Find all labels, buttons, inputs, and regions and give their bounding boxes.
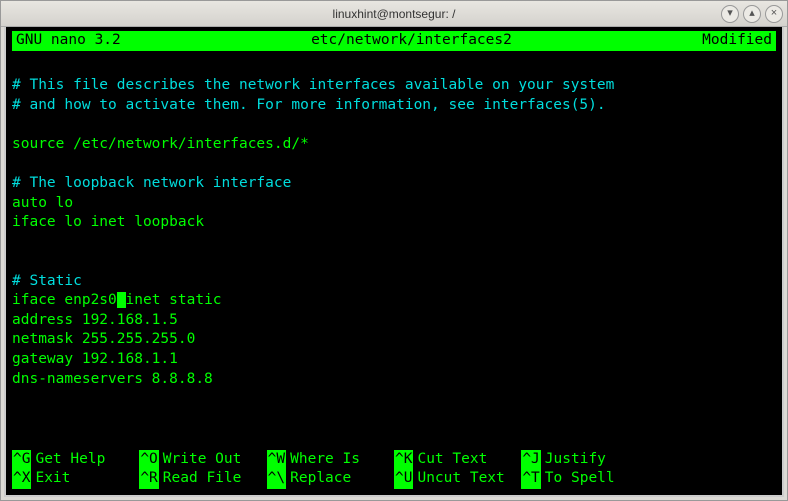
- shortcut-key: ^R: [139, 469, 158, 489]
- shortcut-key: ^\: [267, 469, 286, 489]
- nano-shortcut[interactable]: ^\Replace: [267, 469, 394, 489]
- nano-shortcut[interactable]: ^KCut Text: [394, 450, 521, 470]
- text-cursor: [117, 292, 126, 308]
- shortcut-label: Get Help: [35, 450, 105, 470]
- shortcut-key: ^U: [394, 469, 413, 489]
- shortcut-label: Write Out: [163, 450, 242, 470]
- terminal-window: linuxhint@montsegur: / ▾ ▴ × GNU nano 3.…: [0, 0, 788, 501]
- shortcut-key: ^G: [12, 450, 31, 470]
- nano-shortcut[interactable]: ^OWrite Out: [139, 450, 266, 470]
- shortcut-label: Uncut Text: [417, 469, 504, 489]
- editor-line: # Static: [12, 272, 776, 292]
- nano-shortcut[interactable]: ^RRead File: [139, 469, 266, 489]
- terminal-area[interactable]: GNU nano 3.2 etc/network/interfaces2 Mod…: [4, 27, 784, 497]
- shortcut-label: To Spell: [545, 469, 615, 489]
- shortcut-key: ^J: [521, 450, 540, 470]
- editor-line: [12, 115, 776, 135]
- shortcut-key: ^W: [267, 450, 286, 470]
- shortcut-key: ^T: [521, 469, 540, 489]
- shortcut-label: Justify: [545, 450, 606, 470]
- shortcut-key: ^O: [139, 450, 158, 470]
- editor-line: address 192.168.1.5: [12, 311, 776, 331]
- nano-shortcut[interactable]: ^WWhere Is: [267, 450, 394, 470]
- shortcut-label: Exit: [35, 469, 70, 489]
- editor-line: iface lo inet loopback: [12, 213, 776, 233]
- editor-line: auto lo: [12, 194, 776, 214]
- editor-content[interactable]: # This file describes the network interf…: [12, 51, 776, 450]
- nano-shortcut[interactable]: ^UUncut Text: [394, 469, 521, 489]
- minimize-button[interactable]: ▾: [721, 5, 739, 23]
- nano-shortcut[interactable]: ^JJustify: [521, 450, 648, 470]
- editor-line: gateway 192.168.1.1: [12, 350, 776, 370]
- editor-line: [12, 154, 776, 174]
- nano-status: Modified: [682, 31, 772, 51]
- editor-line: [12, 233, 776, 253]
- window-controls: ▾ ▴ ×: [721, 5, 783, 23]
- nano-shortcut[interactable]: ^XExit: [12, 469, 139, 489]
- editor-line: # and how to activate them. For more inf…: [12, 96, 776, 116]
- shortcut-label: Where Is: [290, 450, 360, 470]
- editor-line: [12, 252, 776, 272]
- nano-shortcuts: ^GGet Help^OWrite Out^WWhere Is^KCut Tex…: [12, 450, 776, 491]
- shortcut-label: Cut Text: [417, 450, 487, 470]
- maximize-button[interactable]: ▴: [743, 5, 761, 23]
- editor-line: source /etc/network/interfaces.d/*: [12, 135, 776, 155]
- shortcut-key: ^X: [12, 469, 31, 489]
- window-titlebar: linuxhint@montsegur: / ▾ ▴ ×: [1, 1, 787, 27]
- nano-shortcut[interactable]: ^TTo Spell: [521, 469, 648, 489]
- editor-line: iface enp2s0 inet static: [12, 291, 776, 311]
- editor-line: # The loopback network interface: [12, 174, 776, 194]
- nano-filepath: etc/network/interfaces2: [141, 31, 682, 51]
- shortcut-filler: [649, 469, 776, 489]
- shortcut-key: ^K: [394, 450, 413, 470]
- nano-version: GNU nano 3.2: [16, 31, 141, 51]
- editor-line: [12, 57, 776, 77]
- shortcut-filler: [649, 450, 776, 470]
- shortcut-label: Read File: [163, 469, 242, 489]
- editor-line: # This file describes the network interf…: [12, 76, 776, 96]
- close-button[interactable]: ×: [765, 5, 783, 23]
- nano-shortcut[interactable]: ^GGet Help: [12, 450, 139, 470]
- nano-header-bar: GNU nano 3.2 etc/network/interfaces2 Mod…: [12, 31, 776, 51]
- window-title: linuxhint@montsegur: /: [333, 7, 456, 21]
- shortcut-label: Replace: [290, 469, 351, 489]
- editor-line: dns-nameservers 8.8.8.8: [12, 370, 776, 390]
- editor-line: netmask 255.255.255.0: [12, 330, 776, 350]
